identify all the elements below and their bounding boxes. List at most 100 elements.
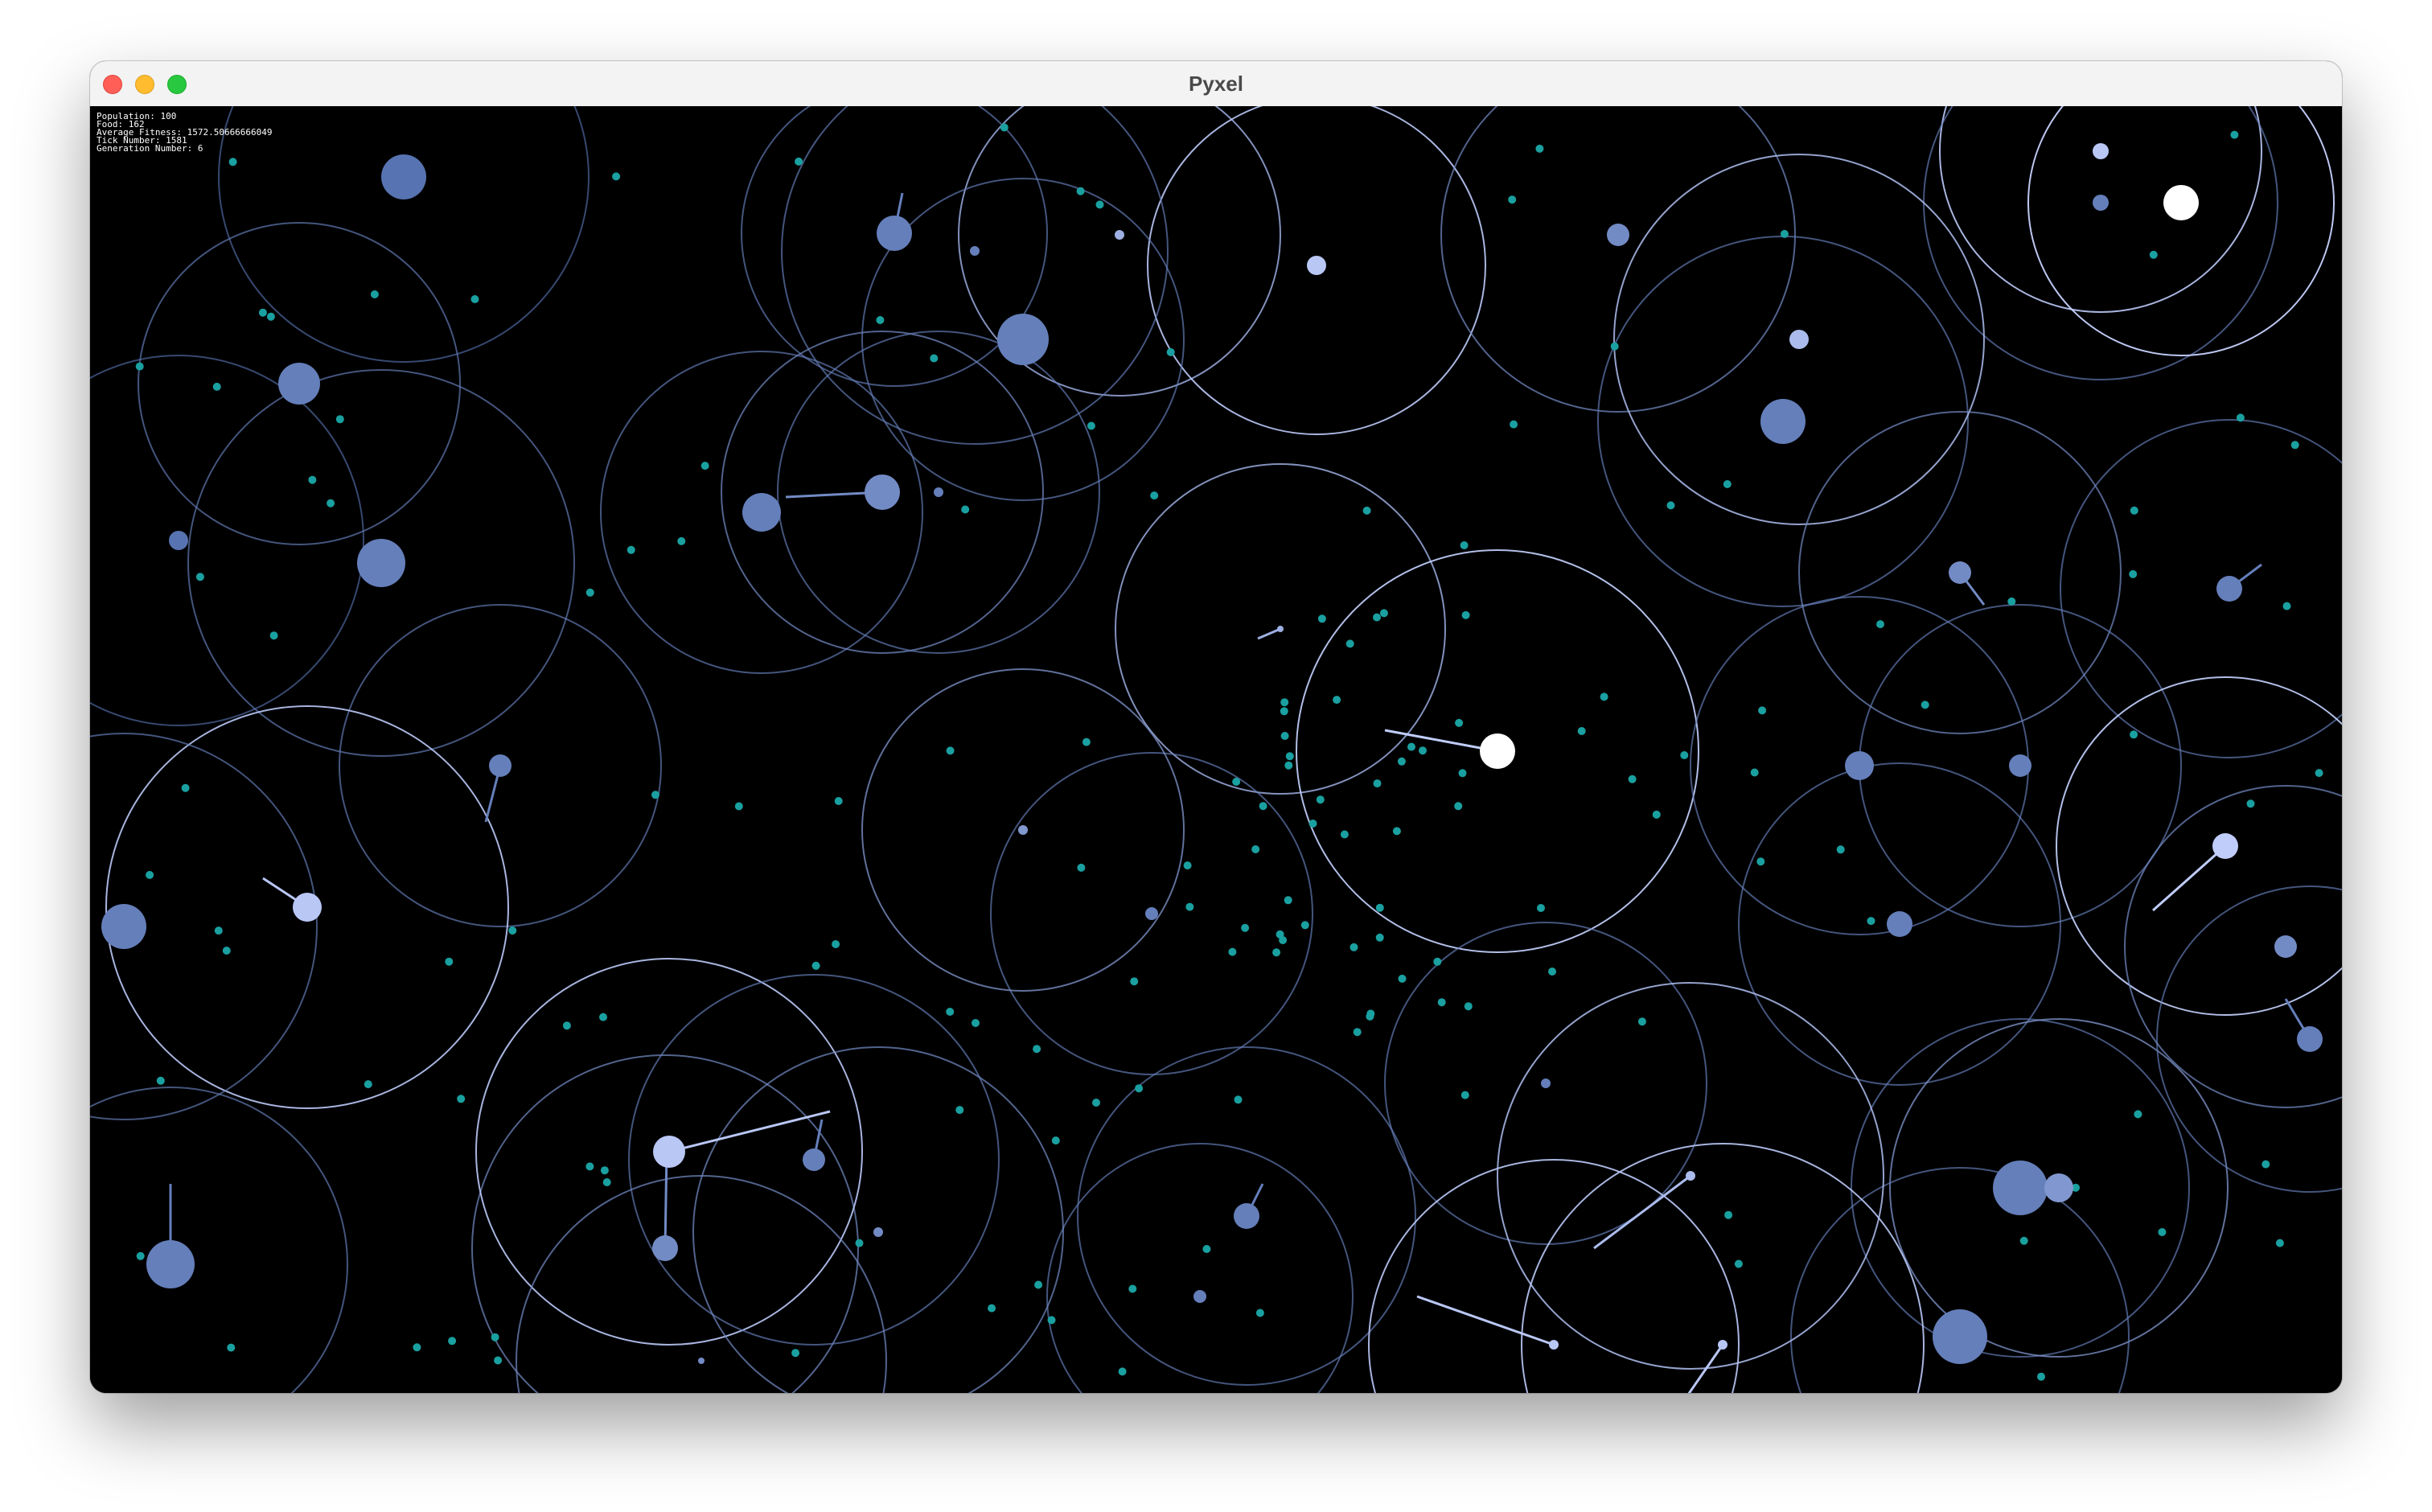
food-pellet [370, 290, 379, 298]
food-pellet [1232, 778, 1241, 786]
food-pellet [1185, 902, 1194, 911]
food-pellet [1464, 1002, 1473, 1011]
food-pellet [1867, 917, 1875, 926]
food-pellet [1345, 639, 1354, 648]
creature-body [873, 1227, 883, 1237]
food-pellet [834, 797, 843, 805]
creature-body [1541, 1079, 1551, 1088]
food-pellet [1723, 480, 1732, 488]
food-pellet [1392, 827, 1401, 836]
food-pellet [2262, 1160, 2270, 1169]
creature-body [2093, 143, 2109, 159]
creature-body [865, 475, 900, 510]
food-pellet [1241, 923, 1250, 932]
window-title: Pyxel [1189, 72, 1243, 96]
creature-body [1307, 256, 1326, 275]
creature-body [2274, 935, 2297, 958]
food-pellet [1637, 1017, 1646, 1026]
food-pellet [1379, 609, 1388, 618]
food-pellet [136, 1251, 145, 1260]
creature-body [101, 904, 146, 949]
creature-body [1018, 825, 1028, 835]
food-pellet [1362, 506, 1371, 515]
food-pellet [1130, 977, 1139, 986]
food-pellet [448, 1337, 457, 1346]
creature-body [1277, 626, 1284, 632]
food-pellet [2130, 730, 2138, 739]
sense-ring [218, 106, 590, 363]
creature-body [1933, 1309, 1987, 1364]
food-pellet [195, 573, 204, 581]
food-pellet [1397, 757, 1406, 766]
food-pellet [1628, 774, 1637, 783]
creature-body [1789, 330, 1809, 349]
food-pellet [855, 1239, 864, 1247]
food-pellet [1051, 1136, 1060, 1145]
sense-ring [2124, 785, 2342, 1108]
food-pellet [1600, 692, 1608, 701]
food-pellet [1150, 491, 1159, 500]
creature-body [489, 754, 511, 777]
food-pellet [1610, 342, 1619, 351]
food-pellet [1756, 857, 1765, 866]
food-pellet [1373, 613, 1381, 622]
creature-body [742, 493, 781, 532]
food-pellet [508, 927, 517, 935]
creature-body [803, 1148, 825, 1171]
app-window: Pyxel Population: 100 Food: 162 Average … [90, 61, 2342, 1393]
title-bar[interactable]: Pyxel [90, 61, 2342, 107]
food-pellet [1780, 229, 1789, 238]
food-pellet [2275, 1239, 2284, 1247]
food-pellet [1373, 779, 1382, 788]
food-pellet [1284, 896, 1292, 905]
food-pellet [308, 475, 317, 484]
sense-ring [90, 355, 364, 726]
creature-body [1607, 224, 1629, 246]
food-pellet [1255, 1309, 1264, 1317]
food-pellet [988, 1304, 996, 1313]
creature-body [293, 893, 322, 922]
food-pellet [1461, 610, 1470, 619]
food-pellet [1166, 347, 1175, 356]
food-pellet [2134, 1110, 2142, 1119]
food-pellet [146, 870, 154, 879]
food-pellet [1458, 769, 1467, 778]
sense-ring [1046, 1143, 1354, 1393]
heading-line [2152, 844, 2226, 912]
sense-ring [1440, 106, 1796, 413]
simulation-canvas[interactable]: Population: 100 Food: 162 Average Fitnes… [90, 106, 2342, 1393]
food-pellet [1460, 1091, 1469, 1099]
food-pellet [1082, 738, 1091, 746]
food-pellet [1092, 1099, 1100, 1107]
creature-body [1234, 1203, 1259, 1229]
creature-body [278, 363, 320, 405]
food-pellet [876, 316, 885, 324]
food-pellet [1454, 802, 1463, 811]
food-pellet [1375, 933, 1384, 942]
food-pellet [1375, 903, 1384, 912]
food-pellet [1228, 947, 1237, 956]
food-pellet [2315, 769, 2323, 778]
food-pellet [1350, 943, 1358, 951]
food-pellet [1398, 974, 1407, 983]
food-pellet [1758, 706, 1767, 715]
heading-line [668, 1110, 831, 1153]
food-pellet [2158, 1228, 2167, 1236]
food-pellet [1077, 863, 1086, 872]
food-pellet [1836, 845, 1845, 854]
food-pellet [961, 505, 970, 514]
food-pellet [930, 354, 939, 363]
food-pellet [1317, 614, 1326, 623]
food-pellet [494, 1356, 503, 1365]
creature-body [2044, 1173, 2073, 1202]
creature-body [2216, 576, 2242, 602]
food-pellet [2246, 799, 2255, 808]
creature-body [1760, 399, 1806, 444]
food-pellet [1234, 1095, 1243, 1104]
creature-body [2163, 185, 2199, 220]
food-pellet [585, 1162, 594, 1171]
food-pellet [1437, 998, 1446, 1007]
food-pellet [327, 499, 335, 507]
food-pellet [156, 1076, 165, 1085]
creatures [101, 143, 2323, 1364]
